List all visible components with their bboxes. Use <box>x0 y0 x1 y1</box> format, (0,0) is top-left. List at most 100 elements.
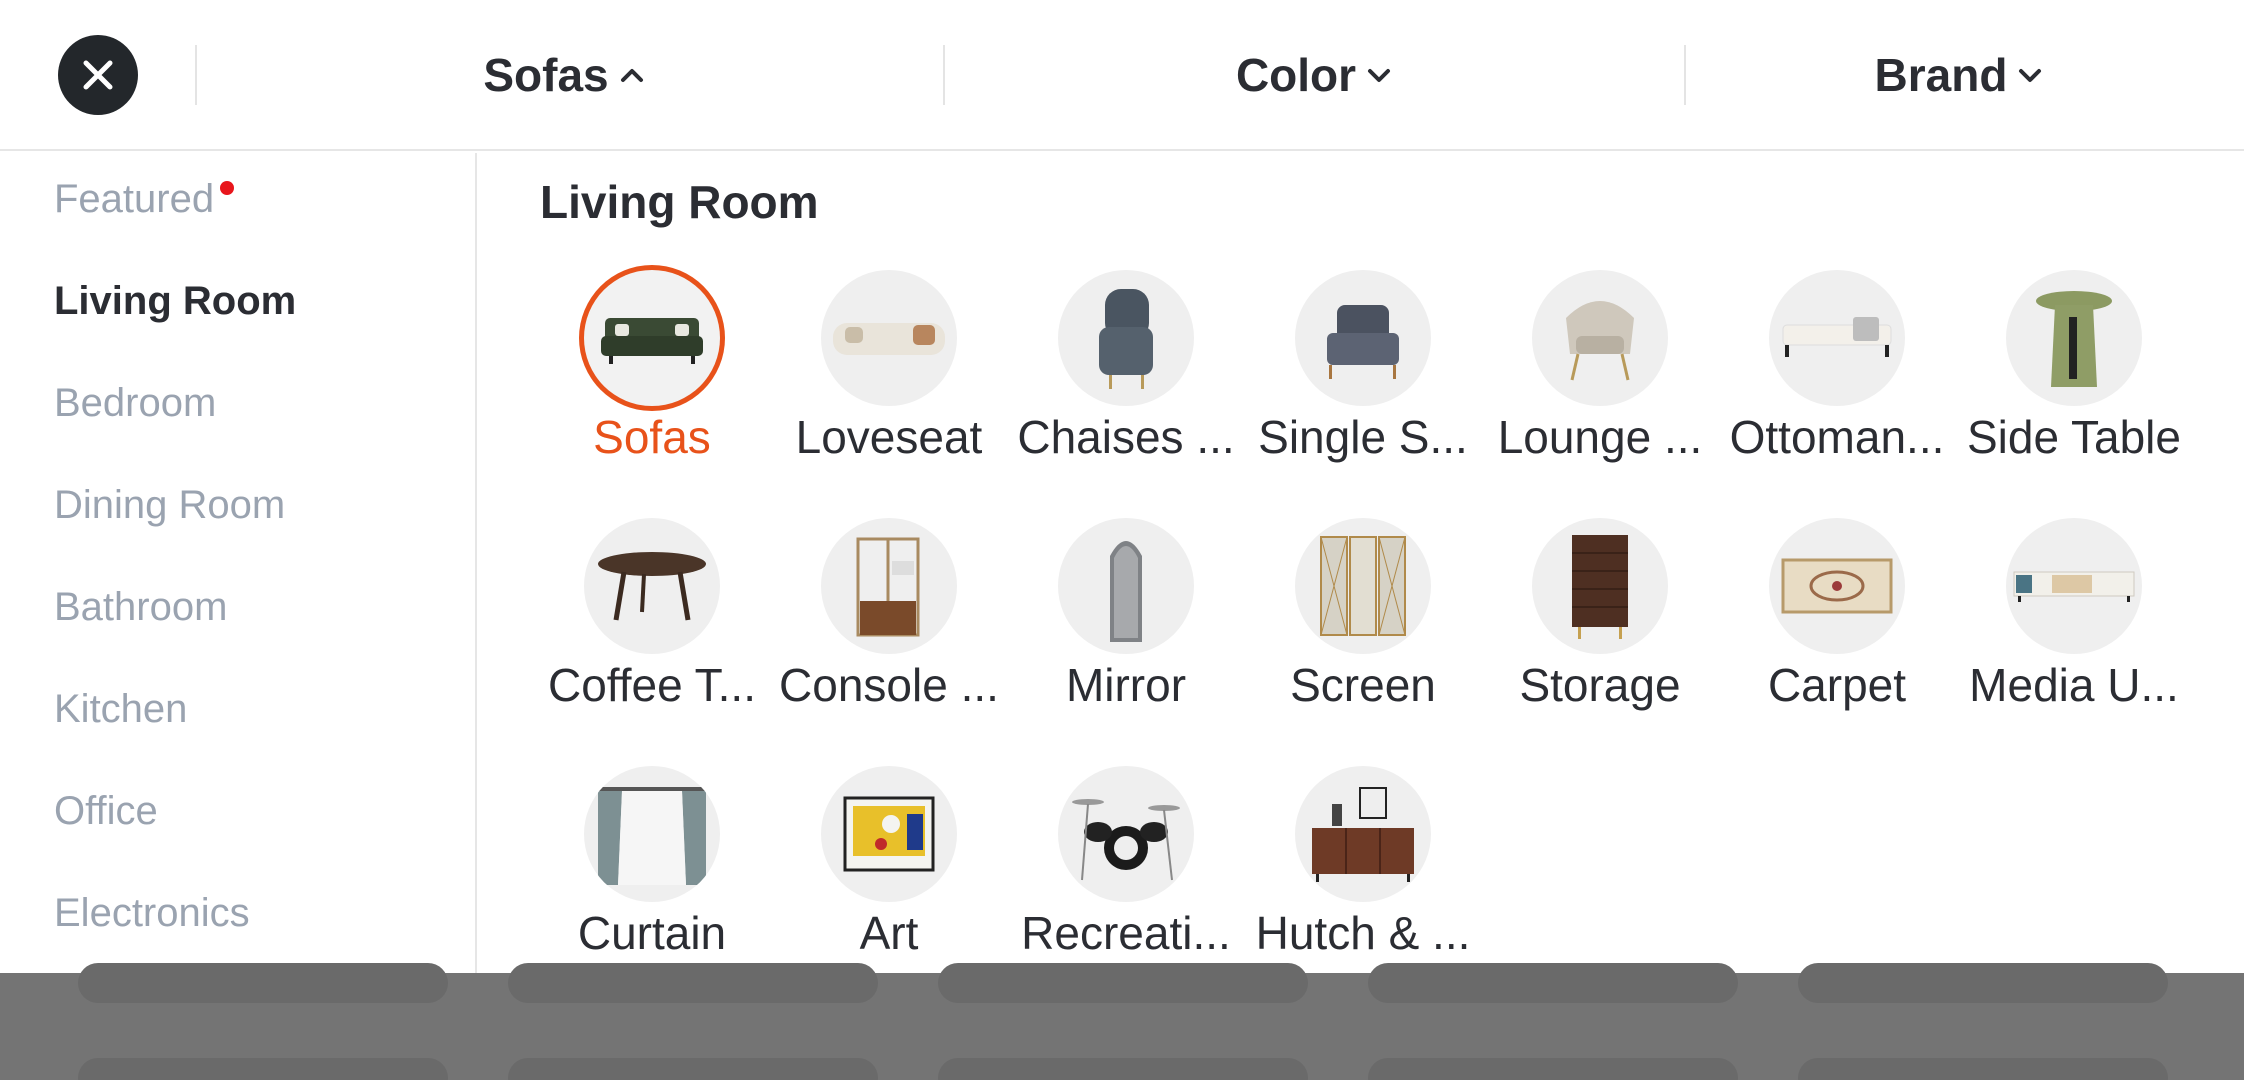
background-placeholder <box>1798 963 2168 1003</box>
sidebar-item-dining-room[interactable]: Dining Room <box>54 475 285 535</box>
item-label: Hutch & ... <box>1255 907 1471 959</box>
item-label: Coffee T... <box>548 659 756 711</box>
divider <box>1684 45 1686 105</box>
item-thumbnail <box>821 766 957 902</box>
filter-brand[interactable]: Brand <box>1835 40 2085 110</box>
category-item-console[interactable]: Console ... <box>774 518 1004 748</box>
item-thumbnail <box>1058 518 1194 654</box>
category-item-coffee-table[interactable]: Coffee T... <box>537 518 767 748</box>
sidebar-item-label: Electronics <box>54 890 250 935</box>
category-item-lounge-chair[interactable]: Lounge ... <box>1485 270 1715 500</box>
item-label: Loveseat <box>795 411 983 463</box>
item-thumbnail <box>584 270 720 406</box>
category-item-curtain[interactable]: Curtain <box>537 766 767 996</box>
item-label: Mirror <box>1065 659 1187 711</box>
media-unit-icon <box>2013 571 2135 602</box>
item-label: Recreati... <box>1021 907 1231 959</box>
chevron-down-icon <box>2019 69 2042 82</box>
item-thumbnail <box>1058 766 1194 902</box>
sidebar-item-bathroom[interactable]: Bathroom <box>54 577 227 637</box>
item-thumbnail <box>821 270 957 406</box>
category-item-loveseat[interactable]: Loveseat <box>774 270 1004 500</box>
sidebar-item-office[interactable]: Office <box>54 781 158 841</box>
filter-bar: Sofas Color Brand <box>0 0 2244 151</box>
category-item-mirror[interactable]: Mirror <box>1011 518 1241 748</box>
divider <box>195 45 197 105</box>
side-table-icon <box>2036 291 2112 387</box>
category-item-carpet[interactable]: Carpet <box>1722 518 1952 748</box>
item-label: Sofas <box>593 411 711 463</box>
item-label: Carpet <box>1767 659 1907 711</box>
ottoman-icon <box>1782 317 1892 357</box>
sidebar-item-featured[interactable]: Featured <box>54 169 235 229</box>
item-thumbnail <box>1295 518 1431 654</box>
sidebar-item-label: Living Room <box>54 278 297 323</box>
item-label: Side Table <box>1967 411 2181 463</box>
background-placeholder <box>1798 1058 2168 1080</box>
filter-color-label: Color <box>1235 49 1357 101</box>
background-placeholder <box>508 963 878 1003</box>
storage-icon <box>1572 535 1628 639</box>
close-icon <box>83 60 113 90</box>
item-thumbnail <box>1532 518 1668 654</box>
category-item-storage[interactable]: Storage <box>1485 518 1715 748</box>
item-thumbnail <box>2006 270 2142 406</box>
item-label: Lounge ... <box>1497 411 1703 463</box>
close-button[interactable] <box>58 35 138 115</box>
chevron-up-icon <box>620 69 643 82</box>
chevron-down-icon <box>1368 69 1391 82</box>
screen-icon <box>1320 536 1406 636</box>
category-item-sofas[interactable]: Sofas <box>537 270 767 500</box>
category-item-media-unit[interactable]: Media U... <box>1959 518 2189 748</box>
item-thumbnail <box>1532 270 1668 406</box>
item-thumbnail <box>821 518 957 654</box>
console-icon <box>856 537 920 637</box>
sidebar-item-living-room[interactable]: Living Room <box>54 271 296 331</box>
category-item-ottoman[interactable]: Ottoman... <box>1722 270 1952 500</box>
category-item-hutch[interactable]: Hutch & ... <box>1248 766 1478 996</box>
coffee-table-icon <box>598 552 706 621</box>
item-thumbnail <box>1295 766 1431 902</box>
item-label: Curtain <box>577 907 727 959</box>
sidebar-item-bedroom[interactable]: Bedroom <box>54 373 216 433</box>
sidebar-item-label: Featured <box>54 176 215 221</box>
mirror-icon <box>1110 541 1142 642</box>
item-label: Console ... <box>779 659 999 711</box>
item-label: Storage <box>1519 659 1681 711</box>
filter-category[interactable]: Sofas <box>440 40 690 110</box>
category-item-art[interactable]: Art <box>774 766 1004 996</box>
background-placeholder <box>1368 963 1738 1003</box>
armchair-icon <box>1327 305 1399 379</box>
item-label: Screen <box>1290 659 1436 711</box>
background-placeholder <box>938 963 1308 1003</box>
filter-color[interactable]: Color <box>1190 40 1440 110</box>
hutch-icon <box>1312 787 1414 882</box>
category-item-side-table[interactable]: Side Table <box>1959 270 2189 500</box>
chaise-icon <box>1099 289 1153 389</box>
sidebar-item-label: Dining Room <box>54 482 286 527</box>
item-label: Media U... <box>1969 659 2179 711</box>
item-thumbnail <box>1769 270 1905 406</box>
sidebar-item-label: Office <box>54 788 158 833</box>
category-item-screen[interactable]: Screen <box>1248 518 1478 748</box>
section-title: Living Room <box>540 176 819 228</box>
item-thumbnail <box>1769 518 1905 654</box>
category-item-chaises[interactable]: Chaises ... <box>1011 270 1241 500</box>
item-thumbnail <box>584 518 720 654</box>
item-thumbnail <box>1295 270 1431 406</box>
sidebar-item-kitchen[interactable]: Kitchen <box>54 679 187 739</box>
category-item-single-seat[interactable]: Single S... <box>1248 270 1478 500</box>
item-label: Ottoman... <box>1729 411 1945 463</box>
item-thumbnail <box>1058 270 1194 406</box>
background-placeholder <box>1368 1058 1738 1080</box>
item-thumbnail <box>2006 518 2142 654</box>
carpet-icon <box>1781 558 1893 614</box>
sidebar-item-electronics[interactable]: Electronics <box>54 883 250 943</box>
curtain-icon <box>596 787 708 885</box>
sidebar-item-label: Bedroom <box>54 380 217 425</box>
dimmed-background[interactable] <box>0 963 2244 1080</box>
category-sidebar: Featured Living Room Bedroom Dining Room… <box>0 153 477 973</box>
item-label: Single S... <box>1258 411 1468 463</box>
category-item-recreation[interactable]: Recreati... <box>1011 766 1241 996</box>
filter-category-label: Sofas <box>483 49 609 101</box>
